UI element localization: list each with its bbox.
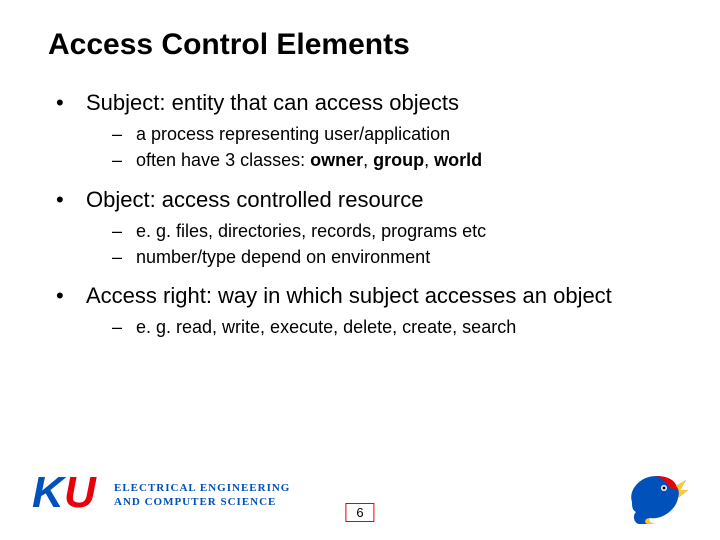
list-subitem: – often have 3 classes: owner, group, wo…	[112, 148, 672, 172]
ku-department: ELECTRICAL ENGINEERING AND COMPUTER SCIE…	[114, 482, 290, 510]
list-item: • Object: access controlled resource – e…	[56, 187, 672, 270]
slide-title: Access Control Elements	[48, 28, 672, 62]
list-subitem: – e. g. files, directories, records, pro…	[112, 219, 672, 243]
list-item-text: Access right: way in which subject acces…	[86, 283, 612, 309]
list-item-text: Object: access controlled resource	[86, 187, 424, 213]
list-subitem-text: a process representing user/application	[136, 122, 450, 146]
list-subitem-text: often have 3 classes: owner, group, worl…	[136, 148, 482, 172]
list-item: • Access right: way in which subject acc…	[56, 283, 672, 339]
bullet-list: • Subject: entity that can access object…	[48, 90, 672, 339]
page-number: 6	[345, 503, 374, 522]
slide: Access Control Elements • Subject: entit…	[0, 0, 720, 540]
list-subitem: – a process representing user/applicatio…	[112, 122, 672, 146]
ku-mark-icon: K U	[30, 471, 104, 521]
bullet-icon: •	[56, 283, 72, 309]
list-subitem-text: number/type depend on environment	[136, 245, 430, 269]
bullet-icon: •	[56, 90, 72, 116]
ku-u: U	[64, 471, 96, 515]
bullet-icon: •	[56, 187, 72, 213]
list-subitem-text: e. g. read, write, execute, delete, crea…	[136, 315, 516, 339]
list-item: • Subject: entity that can access object…	[56, 90, 672, 173]
jayhawk-icon	[626, 466, 690, 526]
list-subitem: – e. g. read, write, execute, delete, cr…	[112, 315, 672, 339]
list-item-text: Subject: entity that can access objects	[86, 90, 459, 116]
dash-icon: –	[112, 219, 126, 243]
ku-k: K	[32, 471, 64, 515]
dash-icon: –	[112, 315, 126, 339]
list-subitem-text: e. g. files, directories, records, progr…	[136, 219, 486, 243]
dash-icon: –	[112, 122, 126, 146]
dash-icon: –	[112, 148, 126, 172]
list-subitem: – number/type depend on environment	[112, 245, 672, 269]
dash-icon: –	[112, 245, 126, 269]
ku-logo: K U ELECTRICAL ENGINEERING AND COMPUTER …	[30, 471, 290, 521]
